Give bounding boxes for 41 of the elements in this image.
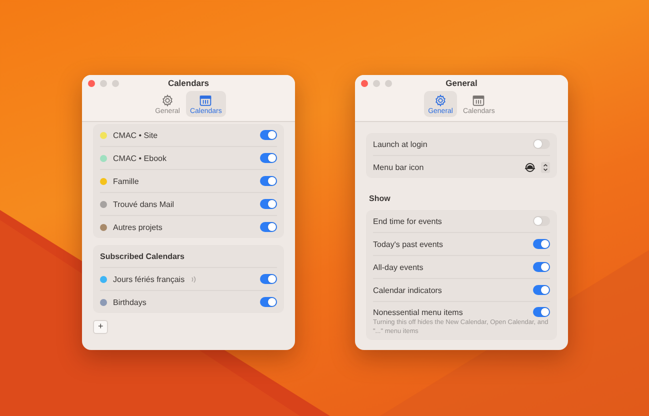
window-title: General bbox=[446, 78, 478, 89]
setting-label: Menu bar icon bbox=[373, 162, 424, 172]
toggle-switch[interactable] bbox=[533, 285, 550, 295]
toggle-switch[interactable] bbox=[533, 262, 550, 272]
toggle-switch[interactable] bbox=[260, 222, 277, 232]
toggle-switch[interactable] bbox=[260, 153, 277, 163]
toggle-switch[interactable] bbox=[533, 307, 550, 317]
setting-label: Launch at login bbox=[373, 140, 428, 148]
calendar-name: CMAC • Site bbox=[113, 130, 158, 140]
gear-icon bbox=[434, 94, 448, 107]
calendar-name: Famille bbox=[113, 176, 139, 186]
stepper-icon[interactable] bbox=[541, 162, 550, 172]
setting-label: Calendar indicators bbox=[373, 286, 442, 294]
calendar-name: CMAC • Ebook bbox=[113, 154, 166, 162]
toggle-switch[interactable] bbox=[533, 139, 550, 149]
toggle-switch[interactable] bbox=[260, 199, 277, 209]
calendar-name: Autres projets bbox=[113, 222, 162, 232]
calendar-icon bbox=[472, 94, 486, 107]
calendar-name: Birthdays bbox=[113, 298, 146, 306]
toggle-switch[interactable] bbox=[260, 297, 277, 307]
menu-bar-icon[interactable] bbox=[525, 162, 535, 172]
setting-label: Nonessential menu items bbox=[373, 308, 463, 316]
calendar-name: Jours fériés français bbox=[113, 274, 185, 284]
section-heading: Subscribed Calendars bbox=[100, 245, 277, 268]
toggle-switch[interactable] bbox=[260, 130, 277, 140]
toggle-switch[interactable] bbox=[533, 216, 550, 226]
setting-label: Today's past events bbox=[373, 240, 444, 248]
toggle-switch[interactable] bbox=[260, 176, 277, 186]
setting-label: End time for events bbox=[373, 216, 442, 226]
close-button[interactable] bbox=[361, 80, 368, 87]
section-heading: Show bbox=[368, 193, 392, 203]
gear-icon bbox=[161, 94, 174, 107]
toggle-switch[interactable] bbox=[533, 239, 550, 249]
add-button[interactable]: + bbox=[93, 320, 108, 334]
window-title: Calendars bbox=[168, 78, 210, 89]
setting-label: All-day events bbox=[373, 262, 424, 272]
toggle-switch[interactable] bbox=[260, 274, 277, 284]
calendar-name: Trouvé dans Mail bbox=[113, 200, 174, 208]
calendar-icon bbox=[199, 94, 212, 107]
close-button[interactable] bbox=[88, 80, 95, 87]
broadcast-icon bbox=[190, 276, 196, 282]
